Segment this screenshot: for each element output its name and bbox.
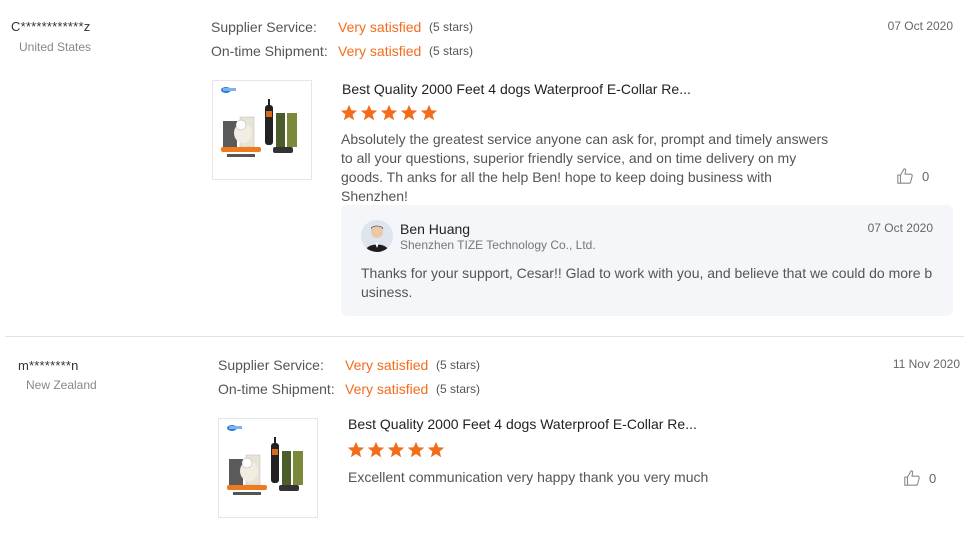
product-thumbnail[interactable] [212, 80, 312, 180]
supplier-service-value: Very satisfied [345, 357, 429, 373]
product-title-link[interactable]: Best Quality 2000 Feet 4 dogs Waterproof… [348, 416, 697, 432]
supplier-service-label: Supplier Service: [211, 19, 317, 35]
star-icon [347, 441, 365, 458]
product-image [221, 87, 297, 157]
reply-author-name: Ben Huang [400, 221, 471, 237]
shipment-rating: On-time Shipment: Very satisfied (5 star… [211, 42, 511, 60]
thumbs-up-icon [904, 470, 920, 486]
product-image [227, 425, 303, 495]
star-icon [407, 441, 425, 458]
supplier-service-stars: (5 stars) [436, 358, 481, 372]
shipment-rating: On-time Shipment: Very satisfied (5 star… [218, 380, 518, 398]
reply-text: Thanks for your support, Cesar!! Glad to… [361, 265, 933, 300]
like-count: 0 [929, 470, 937, 486]
like-button[interactable]: 0 [903, 469, 936, 487]
supplier-reply: Ben Huang Shenzhen TIZE Technology Co., … [341, 205, 953, 316]
review-date: 07 Oct 2020 [887, 19, 953, 33]
like-count: 0 [922, 168, 930, 184]
reviewer-country: United States [19, 40, 92, 54]
review-stars [340, 104, 438, 122]
review-stars [347, 441, 445, 459]
shipment-value: Very satisfied [345, 381, 429, 397]
reply-company-name: Shenzhen TIZE Technology Co., Ltd. [400, 238, 596, 252]
supplier-service-rating: Supplier Service: Very satisfied (5 star… [211, 18, 511, 36]
product-thumbnail[interactable] [218, 418, 318, 518]
star-icon [360, 104, 378, 121]
supplier-service-stars: (5 stars) [429, 20, 474, 34]
review-comment: Excellent communication very happy thank… [348, 469, 709, 485]
product-title-link[interactable]: Best Quality 2000 Feet 4 dogs Waterproof… [342, 81, 691, 97]
like-button[interactable]: 0 [896, 167, 929, 185]
star-icon [367, 441, 385, 458]
star-icon [340, 104, 358, 121]
reviewer-country: New Zealand [26, 378, 97, 392]
star-icon [427, 441, 445, 458]
shipment-value: Very satisfied [338, 43, 422, 59]
star-icon [400, 104, 418, 121]
thumbs-up-icon [897, 168, 913, 184]
reply-date: 07 Oct 2020 [867, 221, 933, 235]
review-date: 11 Nov 2020 [892, 357, 960, 371]
supplier-service-value: Very satisfied [338, 19, 422, 35]
shipment-label: On-time Shipment: [211, 43, 328, 59]
star-icon [387, 441, 405, 458]
reviewer-name: m********n [18, 358, 79, 373]
supplier-service-rating: Supplier Service: Very satisfied (5 star… [218, 356, 518, 374]
shipment-stars: (5 stars) [436, 382, 481, 396]
shipment-label: On-time Shipment: [218, 381, 335, 397]
avatar-image [361, 220, 393, 252]
review-item: C************z United States 07 Oct 2020… [0, 0, 964, 336]
avatar [361, 220, 393, 252]
supplier-service-label: Supplier Service: [218, 357, 324, 373]
review-item: m********n New Zealand 11 Nov 2020 Suppl… [0, 337, 964, 539]
reviewer-name: C************z [11, 19, 91, 34]
shipment-stars: (5 stars) [429, 44, 474, 58]
star-icon [380, 104, 398, 121]
star-icon [420, 104, 438, 121]
review-comment: Absolutely the greatest service anyone c… [341, 131, 829, 204]
